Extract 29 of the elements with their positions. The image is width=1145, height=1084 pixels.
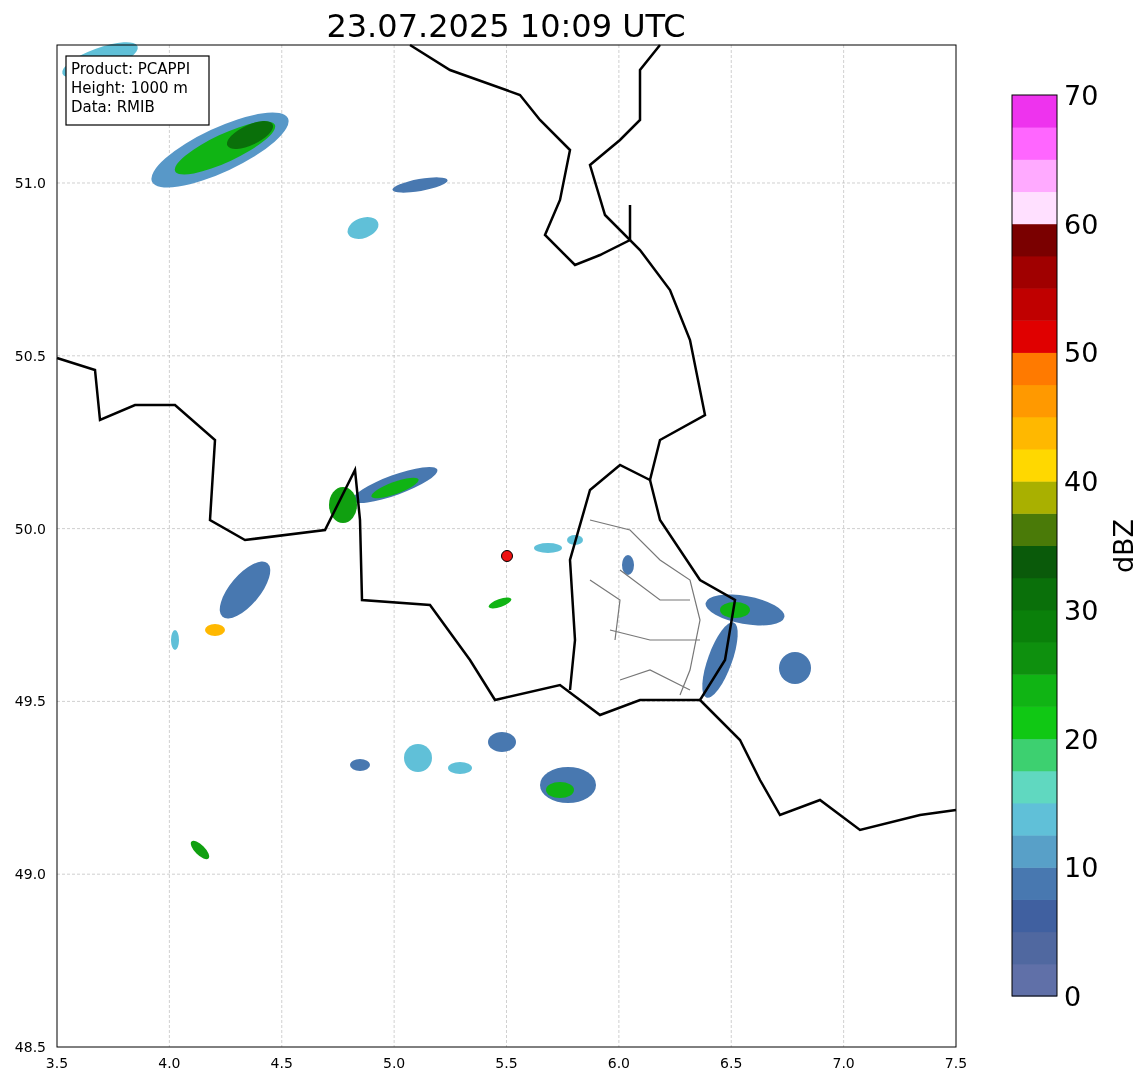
x-tick-label: 5.5 <box>495 1055 518 1071</box>
colorbar-tick-label: 70 <box>1064 80 1099 111</box>
info-text: Data: RMIB <box>71 98 155 116</box>
colorbar-tick-label: 10 <box>1064 852 1099 884</box>
radar-site-marker <box>501 550 513 562</box>
colorbar-tick-label: 60 <box>1064 208 1099 240</box>
x-tick-label: 4.0 <box>158 1055 181 1071</box>
y-tick-label: 48.5 <box>14 1039 46 1055</box>
chart-title: 23.07.2025 10:09 UTC <box>326 7 686 45</box>
x-tick-label: 5.0 <box>383 1055 406 1071</box>
x-tick-label: 7.5 <box>944 1055 968 1071</box>
y-tick-label: 49.5 <box>14 693 46 710</box>
x-tick-label: 3.5 <box>45 1055 69 1071</box>
colorbar-label: dBZ <box>1108 518 1139 574</box>
x-tick-label: 7.0 <box>832 1055 855 1071</box>
y-tick-label: 50.0 <box>14 520 46 537</box>
colorbar-tick-label: 20 <box>1064 723 1099 755</box>
colorbar-tick-label: 40 <box>1064 466 1099 498</box>
colorbar-tick-label: 50 <box>1064 337 1099 369</box>
info-text: Height: 1000 m <box>71 79 188 97</box>
x-tick-label: 4.5 <box>270 1055 293 1071</box>
y-tick-label: 49.0 <box>14 866 46 883</box>
colorbar-tick-label: 0 <box>1064 981 1082 1012</box>
y-tick-label: 51.0 <box>14 175 46 191</box>
x-tick-label: 6.0 <box>607 1055 630 1071</box>
y-tick-label: 50.5 <box>14 347 46 364</box>
x-tick-label: 6.5 <box>720 1055 743 1071</box>
colorbar-tick-label: 30 <box>1064 594 1099 626</box>
info-text: Product: PCAPPI <box>71 60 191 78</box>
